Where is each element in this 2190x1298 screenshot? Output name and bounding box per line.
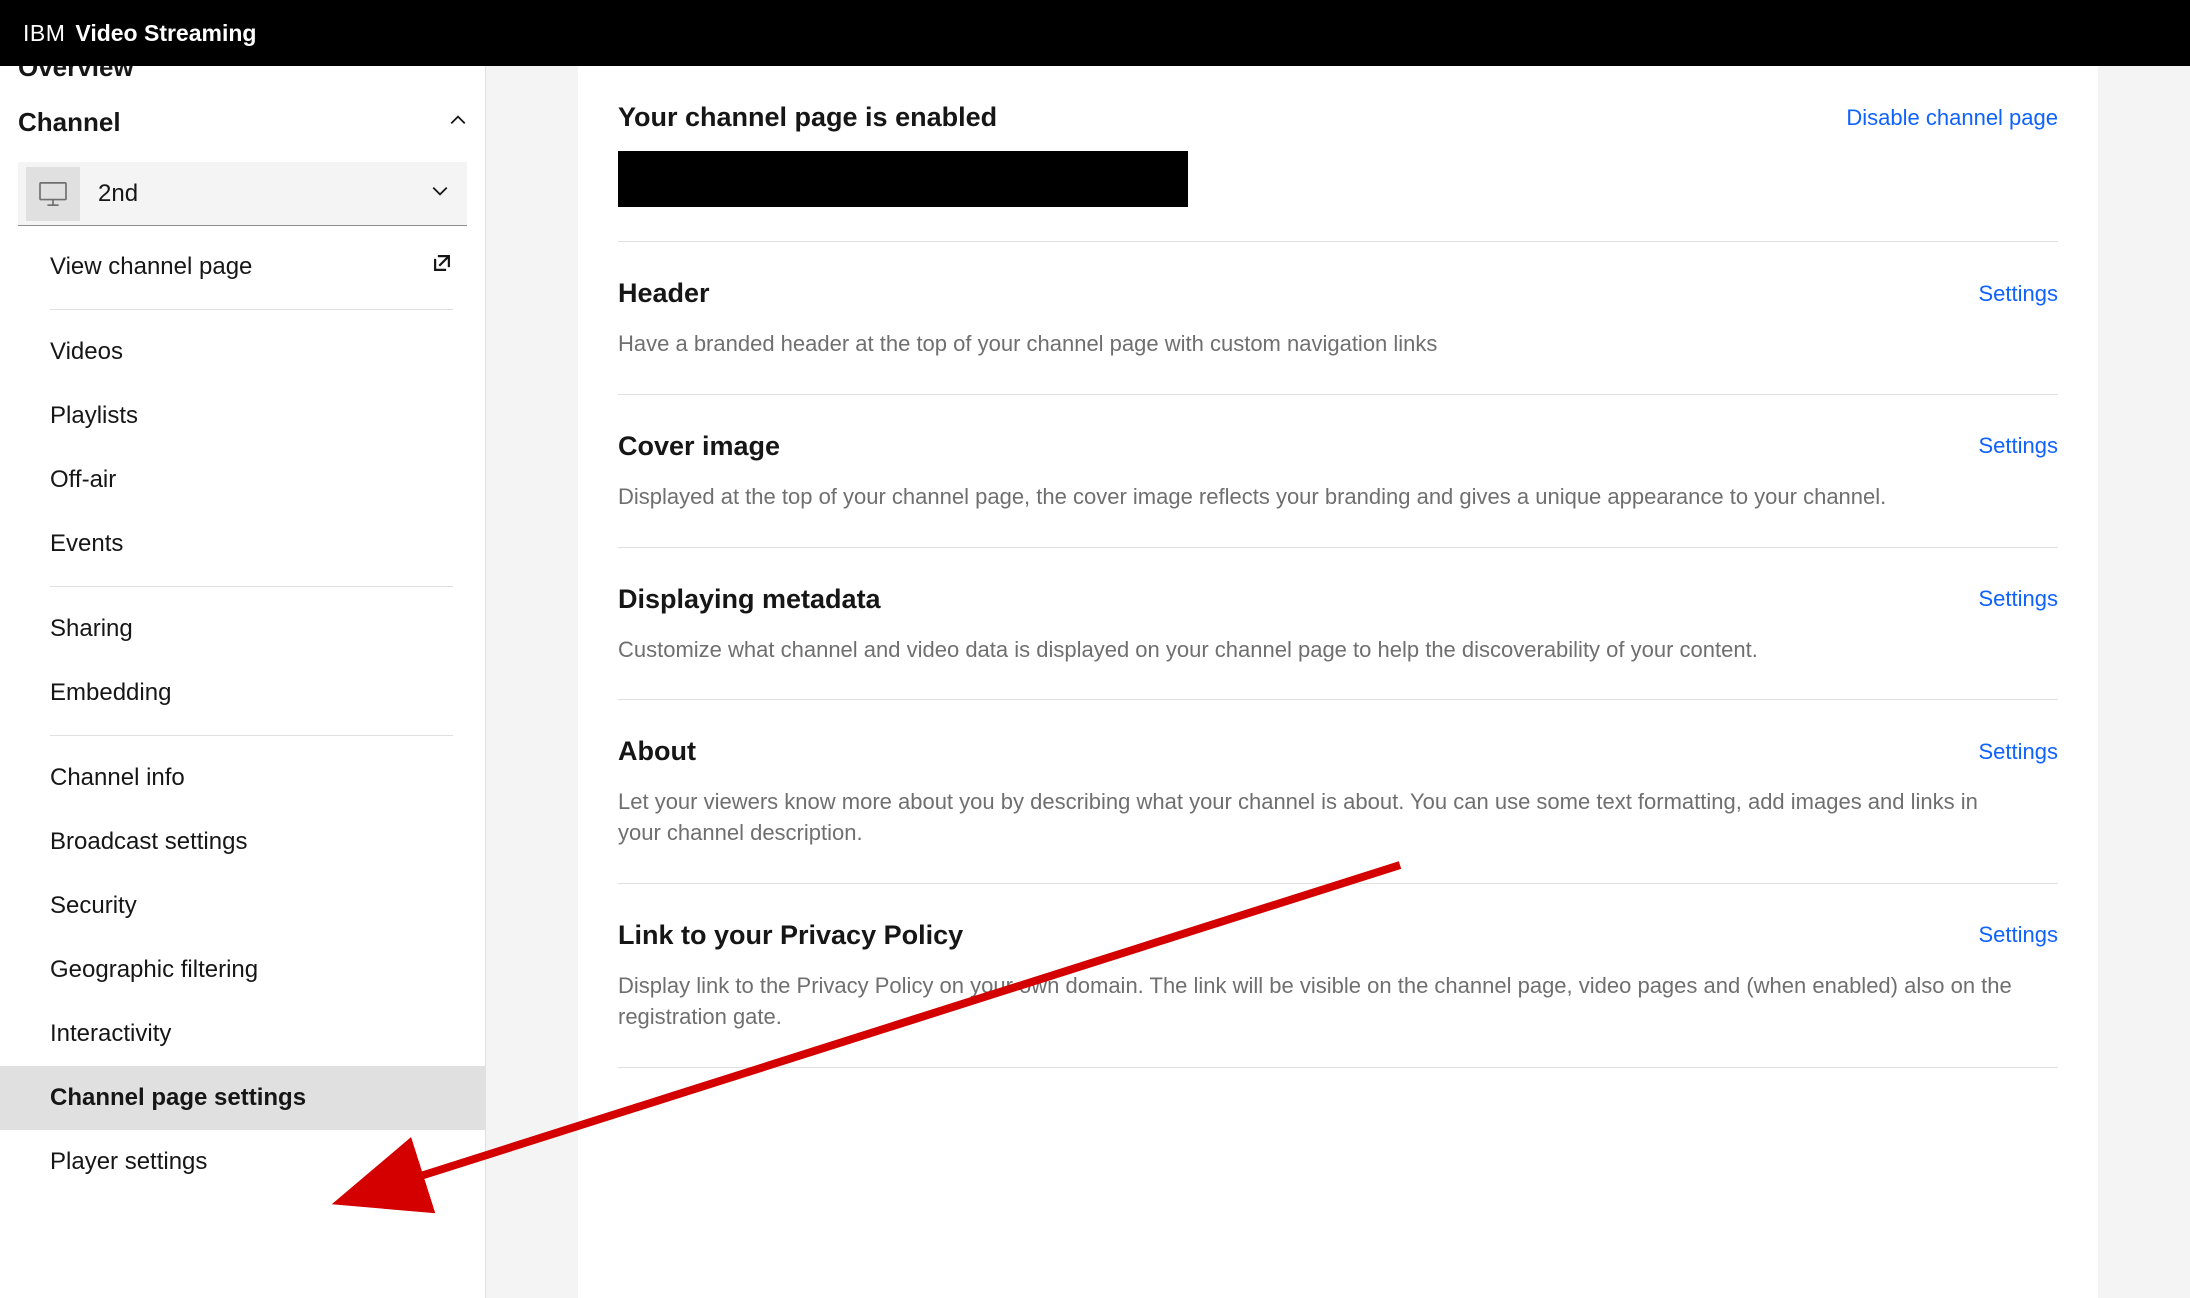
panel-title: Link to your Privacy Policy — [618, 920, 963, 951]
panel-settings-link[interactable]: Settings — [1979, 922, 2059, 948]
sidebar-item-broadcast-settings[interactable]: Broadcast settings — [18, 810, 467, 874]
panel-settings-link[interactable]: Settings — [1979, 586, 2059, 612]
panel-description: Display link to the Privacy Policy on yo… — [618, 971, 2018, 1033]
sidebar-section-title: Channel — [18, 107, 121, 138]
settings-panel-cover-image: Cover image Settings Displayed at the top … — [618, 395, 2058, 548]
sidebar-item-label: Embedding — [50, 679, 171, 707]
sidebar-item-events[interactable]: Events — [18, 512, 467, 576]
redacted-channel-url — [618, 151, 1188, 207]
content-area: Your channel page is enabled Disable cha… — [486, 66, 2190, 1298]
panel-settings-link[interactable]: Settings — [1979, 281, 2059, 307]
sidebar-item-label: Channel info — [50, 764, 185, 792]
brand: IBM Video Streaming — [23, 20, 256, 47]
sidebar-item-label: Security — [50, 892, 137, 920]
sidebar-item-off-air[interactable]: Off-air — [18, 448, 467, 512]
channel-picker-name: 2nd — [98, 180, 138, 208]
panel-settings-link[interactable]: Settings — [1979, 739, 2059, 765]
topbar: IBM Video Streaming — [0, 0, 2190, 66]
panel-title: About — [618, 736, 696, 767]
sidebar-nav: View channel page Videos Playlists Off-air E… — [18, 234, 467, 1194]
disable-channel-page-link[interactable]: Disable channel page — [1846, 105, 2058, 131]
chevron-down-icon — [431, 182, 449, 205]
sidebar-item-label: Broadcast settings — [50, 828, 247, 856]
content-inner: Your channel page is enabled Disable cha… — [578, 66, 2098, 1298]
sidebar-item-label: Off-air — [50, 466, 116, 494]
status-panel-title: Your channel page is enabled — [618, 102, 997, 133]
sidebar-item-label: Sharing — [50, 615, 133, 643]
sidebar-divider — [50, 586, 453, 587]
panel-settings-link[interactable]: Settings — [1979, 433, 2059, 459]
brand-product: Video Streaming — [75, 20, 256, 47]
panel-description: Customize what channel and video data is… — [618, 635, 2018, 666]
sidebar-item-channel-page-settings[interactable]: Channel page settings — [0, 1066, 485, 1130]
sidebar-item-sharing[interactable]: Sharing — [18, 597, 467, 661]
channel-picker[interactable]: 2nd — [18, 162, 467, 226]
settings-panel-displaying-metadata: Displaying metadata Settings Customize wha… — [618, 548, 2058, 701]
sidebar-item-embedding[interactable]: Embedding — [18, 661, 467, 725]
sidebar-item-label: View channel page — [50, 253, 252, 281]
sidebar-item-player-settings[interactable]: Player settings — [18, 1130, 467, 1194]
sidebar-item-label: Videos — [50, 338, 123, 366]
sidebar-item-label: Geographic filtering — [50, 956, 258, 984]
panel-description: Have a branded header at the top of your… — [618, 329, 2018, 360]
status-panel: Your channel page is enabled Disable cha… — [618, 66, 2058, 242]
sidebar-overview-label[interactable]: Overview — [0, 66, 485, 83]
sidebar-item-label: Interactivity — [50, 1020, 171, 1048]
external-link-icon — [431, 252, 453, 281]
sidebar-item-label: Playlists — [50, 402, 138, 430]
sidebar-item-channel-info[interactable]: Channel info — [18, 746, 467, 810]
settings-panel-link-to-your-privacy-policy: Link to your Privacy Policy Settings Displ… — [618, 884, 2058, 1068]
brand-ibm: IBM — [23, 20, 65, 47]
sidebar: Overview Channel 2nd — [0, 66, 486, 1298]
panel-title: Header — [618, 278, 710, 309]
chevron-up-icon — [449, 111, 467, 134]
sidebar-item-playlists[interactable]: Playlists — [18, 384, 467, 448]
panel-description: Displayed at the top of your channel pag… — [618, 482, 2018, 513]
sidebar-item-label: Player settings — [50, 1148, 207, 1176]
settings-panel-about: About Settings Let your viewers know more … — [618, 700, 2058, 884]
sidebar-item-label: Channel page settings — [50, 1084, 306, 1112]
sidebar-item-view-channel-page[interactable]: View channel page — [18, 234, 467, 299]
sidebar-item-security[interactable]: Security — [18, 874, 467, 938]
panel-title: Displaying metadata — [618, 584, 881, 615]
sidebar-item-videos[interactable]: Videos — [18, 320, 467, 384]
sidebar-divider — [50, 735, 453, 736]
panel-title: Cover image — [618, 431, 780, 462]
layout: Overview Channel 2nd — [0, 66, 2190, 1298]
monitor-icon — [26, 167, 80, 221]
panel-description: Let your viewers know more about you by … — [618, 787, 2018, 849]
sidebar-item-interactivity[interactable]: Interactivity — [18, 1002, 467, 1066]
sidebar-divider — [50, 309, 453, 310]
settings-panel-header: Header Settings Have a branded header at t… — [618, 242, 2058, 395]
sidebar-item-label: Events — [50, 530, 123, 558]
sidebar-item-geographic-filtering[interactable]: Geographic filtering — [18, 938, 467, 1002]
sidebar-section-header[interactable]: Channel — [0, 83, 485, 156]
